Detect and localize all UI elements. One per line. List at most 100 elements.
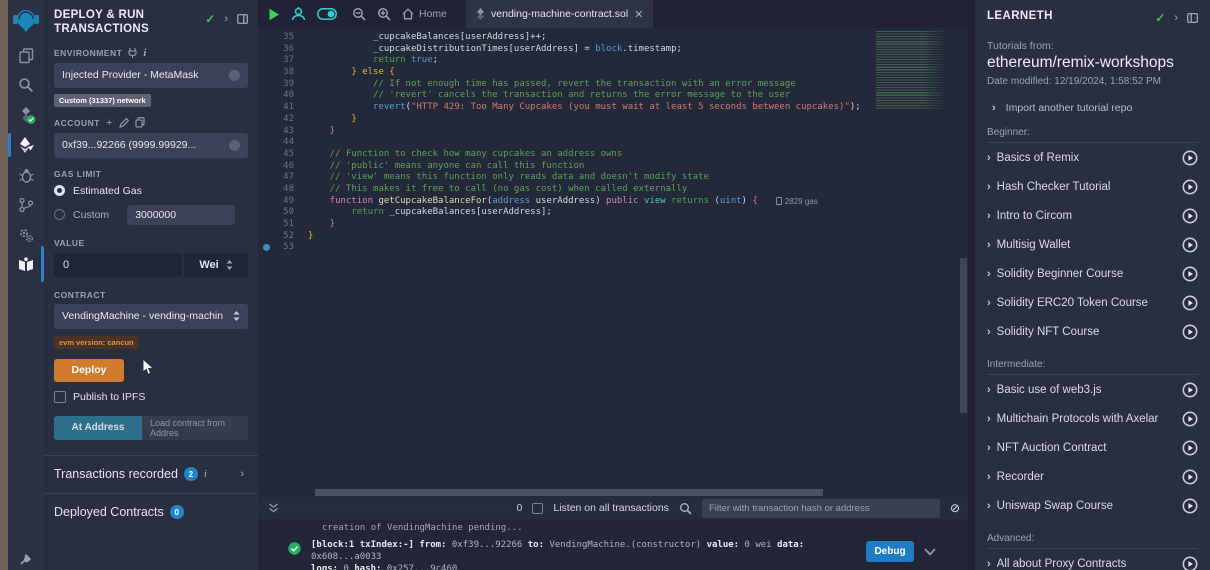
transaction-filter-input[interactable] [702, 499, 940, 518]
play-tutorial-icon[interactable] [1182, 266, 1198, 282]
transactions-recorded-row[interactable]: Transactions recorded 2 i › [54, 456, 248, 493]
file-explorer-icon[interactable] [8, 40, 44, 70]
remix-logo[interactable] [8, 0, 44, 40]
line-number[interactable]: 44 [258, 137, 308, 149]
line-number[interactable]: 39 [258, 79, 308, 91]
environment-info-icon[interactable]: i [143, 48, 146, 59]
line-number[interactable]: 40 [258, 90, 308, 102]
tab-close-icon[interactable]: ✕ [634, 8, 643, 21]
tx-expand-icon[interactable] [924, 548, 936, 556]
debug-button[interactable]: Debug [866, 541, 914, 562]
play-tutorial-icon[interactable] [1182, 469, 1198, 485]
play-tutorial-icon[interactable] [1182, 150, 1198, 166]
environment-select[interactable]: Injected Provider - MetaMask [54, 63, 248, 88]
tutorial-item[interactable]: › Solidity NFT Course [987, 317, 1198, 346]
code-line[interactable]: 38 } else { [258, 67, 968, 79]
code-editor[interactable]: 35 _cupcakeBalances[userAddress]++; 36 _… [258, 28, 968, 488]
code-line[interactable]: 46 // 'public' means anyone can call thi… [258, 161, 968, 173]
settings-icon[interactable] [8, 220, 44, 250]
tutorial-item[interactable]: › Multisig Wallet [987, 230, 1198, 259]
deploy-and-run-icon[interactable] [8, 130, 44, 160]
panel-collapse-icon[interactable]: › [224, 13, 228, 25]
git-icon[interactable] [8, 190, 44, 220]
home-tab[interactable]: Home [402, 8, 447, 20]
play-tutorial-icon[interactable] [1182, 556, 1198, 570]
code-line[interactable]: 42 } [258, 114, 968, 126]
line-number[interactable]: 46 [258, 161, 308, 173]
zoom-out-icon[interactable] [352, 7, 366, 21]
line-number[interactable]: 45 [258, 149, 308, 161]
clear-console-icon[interactable]: ⊘ [950, 501, 960, 515]
breakpoint-dot[interactable] [263, 244, 270, 251]
estimated-gas-radio[interactable] [54, 185, 65, 196]
zoom-in-icon[interactable] [377, 7, 391, 21]
listen-transactions-checkbox[interactable] [532, 503, 543, 514]
fork-environment-icon[interactable] [128, 48, 137, 58]
panel-pin-icon[interactable] [237, 14, 248, 24]
play-tutorial-icon[interactable] [1182, 498, 1198, 514]
code-line[interactable]: 43 } [258, 126, 968, 138]
code-line[interactable]: 39 // If not enough time has passed, rev… [258, 79, 968, 91]
terminal-collapse-icon[interactable] [268, 503, 279, 513]
code-line[interactable]: 35 _cupcakeBalances[userAddress]++; [258, 32, 968, 44]
deploy-button[interactable]: Deploy [54, 359, 124, 382]
learneth-icon[interactable] [8, 250, 44, 280]
learneth-pin-icon[interactable] [1187, 13, 1198, 23]
play-tutorial-icon[interactable] [1182, 295, 1198, 311]
tutorial-item[interactable]: › Solidity Beginner Course [987, 259, 1198, 288]
contract-select[interactable]: VendingMachine - vending-machin [54, 304, 248, 329]
ai-copilot-toggle[interactable] [317, 8, 337, 20]
solidity-compiler-icon[interactable] [8, 100, 44, 130]
line-number[interactable]: 51 [258, 219, 308, 231]
account-select[interactable]: 0xf39...92266 (9999.99929... [54, 133, 248, 158]
code-line[interactable]: 45 // Function to check how many cupcake… [258, 149, 968, 161]
line-number[interactable]: 49 [258, 196, 308, 208]
value-input[interactable]: 0 [54, 253, 182, 277]
transactions-info-icon[interactable]: i [204, 469, 207, 480]
file-tab[interactable]: vending-machine-contract.sol ✕ [466, 0, 653, 28]
code-line[interactable]: 47 // 'view' means this function only re… [258, 172, 968, 184]
code-line[interactable]: 53 [258, 242, 968, 254]
copy-account-icon[interactable] [135, 117, 145, 128]
code-line[interactable]: 36 _cupcakeDistributionTimes[userAddress… [258, 44, 968, 56]
line-number[interactable]: 47 [258, 172, 308, 184]
sign-message-icon[interactable] [119, 118, 129, 128]
search-icon[interactable] [8, 70, 44, 100]
play-tutorial-icon[interactable] [1182, 237, 1198, 253]
play-tutorial-icon[interactable] [1182, 324, 1198, 340]
learneth-collapse-icon[interactable]: › [1174, 12, 1178, 24]
tutorial-item[interactable]: › NFT Auction Contract [987, 433, 1198, 462]
deployed-contracts-row[interactable]: Deployed Contracts 0 [54, 494, 248, 531]
line-number[interactable]: 36 [258, 44, 308, 56]
code-line[interactable]: 51 } [258, 219, 968, 231]
line-number[interactable]: 38 [258, 67, 308, 79]
tutorial-item[interactable]: › Intro to Circom [987, 201, 1198, 230]
debugger-icon[interactable] [8, 160, 44, 190]
line-number[interactable]: 37 [258, 55, 308, 67]
play-tutorial-icon[interactable] [1182, 440, 1198, 456]
line-number[interactable]: 41 [258, 102, 308, 114]
at-address-input[interactable]: Load contract from Addres [142, 416, 248, 440]
editor-horizontal-scrollbar[interactable] [315, 489, 823, 496]
value-unit-select[interactable]: Wei [184, 253, 248, 277]
play-tutorial-icon[interactable] [1182, 208, 1198, 224]
line-number[interactable]: 52 [258, 231, 308, 243]
tutorial-item[interactable]: › Basic use of web3.js [987, 375, 1198, 404]
account-settings-icon[interactable] [229, 140, 240, 151]
code-line[interactable]: 44 [258, 137, 968, 149]
transactions-expand-icon[interactable]: › [240, 468, 244, 480]
tutorial-item[interactable]: › Hash Checker Tutorial [987, 172, 1198, 201]
custom-gas-input[interactable]: 3000000 [127, 205, 235, 225]
line-number[interactable]: 48 [258, 184, 308, 196]
code-line[interactable]: 40 // 'revert' cancels the transaction a… [258, 90, 968, 102]
add-account-icon[interactable]: + [106, 117, 113, 129]
tutorial-item[interactable]: › Uniswap Swap Course [987, 491, 1198, 520]
code-line[interactable]: 37 return true; [258, 55, 968, 67]
line-number[interactable]: 50 [258, 207, 308, 219]
editor-minimap[interactable] [876, 31, 958, 109]
line-number[interactable]: 42 [258, 114, 308, 126]
tutorial-item[interactable]: › All about Proxy Contracts [987, 549, 1198, 570]
line-number[interactable]: 53 [258, 242, 308, 254]
code-line[interactable]: 52 } [258, 231, 968, 243]
custom-gas-radio[interactable] [54, 209, 65, 220]
